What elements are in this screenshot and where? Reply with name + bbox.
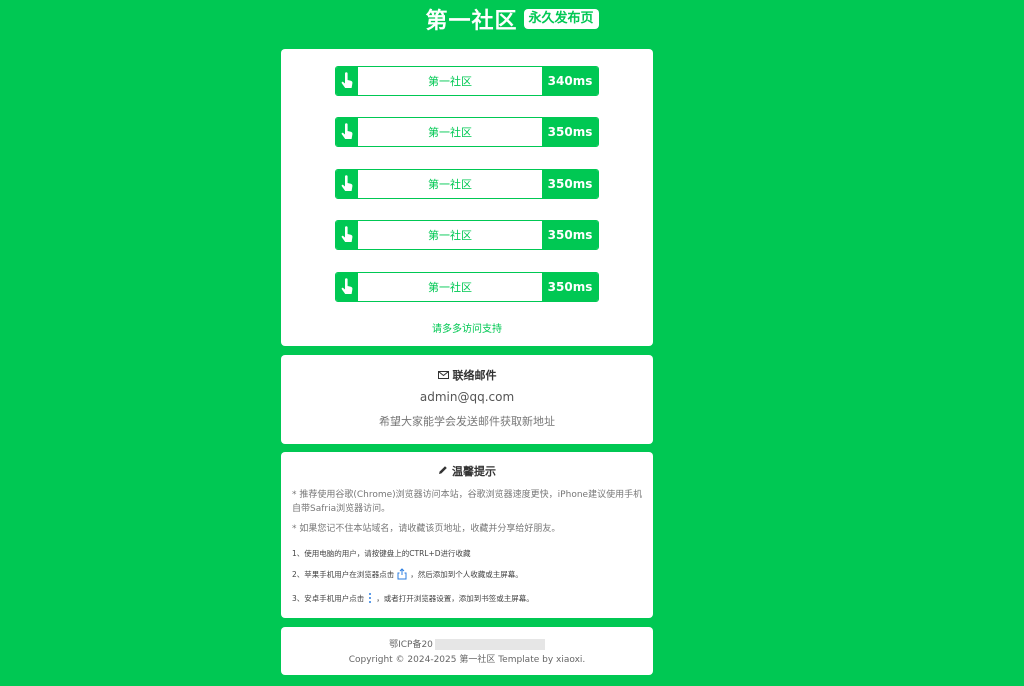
hand-pointer-icon bbox=[336, 221, 358, 249]
redacted-block bbox=[434, 639, 545, 650]
site-link-5[interactable]: 第一社区 350ms bbox=[335, 272, 599, 302]
links-card: 第一社区 340ms 第一社区 350ms 第一社区 350ms 第一社区 35… bbox=[281, 49, 653, 346]
mail-address: admin@qq.com bbox=[419, 390, 515, 404]
step-android: 3、安卓手机用户点击 ，或者打开浏览器设置，添加到书签或主屏幕。 bbox=[292, 592, 643, 604]
hand-pointer-icon bbox=[336, 118, 358, 146]
share-icon bbox=[397, 568, 407, 580]
site-link-4[interactable]: 第一社区 350ms bbox=[335, 220, 599, 250]
step-iphone: 2、苹果手机用户在浏览器点击 ，然后添加到个人收藏或主屏幕。 bbox=[292, 568, 643, 580]
copyright: Copyright © 2024-2025 第一社区 Template by x… bbox=[348, 655, 586, 665]
hand-pointer-icon bbox=[336, 67, 358, 95]
more-vertical-icon bbox=[367, 592, 373, 604]
site-link-name: 第一社区 bbox=[428, 281, 472, 294]
site-link-name: 第一社区 bbox=[428, 178, 472, 191]
tip-bookmark: * 如果您记不住本站域名，请收藏该页地址，收藏并分享给好朋友。 bbox=[292, 524, 561, 534]
site-link-speed: 350ms bbox=[542, 273, 598, 301]
step-desktop-text: 1、使用电脑的用户，请按键盘上的CTRL+D进行收藏 bbox=[292, 549, 471, 558]
site-link-3[interactable]: 第一社区 350ms bbox=[335, 169, 599, 199]
hand-pointer-icon bbox=[336, 170, 358, 198]
permanent-page-badge: 永久发布页 bbox=[523, 9, 599, 29]
tips-title-text: 温馨提示 bbox=[452, 465, 496, 478]
site-link-1[interactable]: 第一社区 340ms bbox=[335, 66, 599, 96]
mail-title-text: 联络邮件 bbox=[452, 369, 497, 382]
tips-section-title: 温馨提示 bbox=[281, 463, 653, 479]
icp-number[interactable]: 鄂ICP备20 bbox=[389, 640, 433, 650]
site-link-2[interactable]: 第一社区 350ms bbox=[335, 117, 599, 147]
site-link-speed: 340ms bbox=[542, 67, 598, 95]
step-android-text-b: ，或者打开浏览器设置，添加到书签或主屏幕。 bbox=[376, 593, 534, 603]
tips-card: 温馨提示 * 推荐使用谷歌(Chrome)浏览器访问本站，谷歌浏览器速度更快，i… bbox=[281, 452, 653, 618]
page-header: 第一社区 永久发布页 bbox=[0, 0, 1024, 38]
mail-note: 希望大家能学会发送邮件获取新地址 bbox=[379, 415, 555, 428]
site-link-name: 第一社区 bbox=[428, 126, 472, 139]
site-link-name: 第一社区 bbox=[428, 229, 472, 242]
support-link[interactable]: 请多多访问支持 bbox=[281, 320, 653, 335]
step-iphone-text-a: 2、苹果手机用户在浏览器点击 bbox=[292, 569, 395, 579]
hand-pointer-icon bbox=[336, 273, 358, 301]
site-title: 第一社区 bbox=[425, 9, 518, 34]
mail-section-title: 联络邮件 bbox=[281, 367, 653, 383]
footer-card: 鄂ICP备20 Copyright © 2024-2025 第一社区 Templ… bbox=[281, 627, 653, 675]
site-link-speed: 350ms bbox=[542, 170, 598, 198]
envelope-icon bbox=[437, 369, 449, 382]
pencil-icon bbox=[438, 465, 448, 478]
step-android-text-a: 3、安卓手机用户点击 bbox=[292, 593, 365, 603]
site-link-speed: 350ms bbox=[542, 221, 598, 249]
contact-mail-card: 联络邮件 admin@qq.com 希望大家能学会发送邮件获取新地址 bbox=[281, 355, 653, 444]
tip-browser: * 推荐使用谷歌(Chrome)浏览器访问本站，谷歌浏览器速度更快，iPhone… bbox=[292, 490, 643, 514]
step-desktop: 1、使用电脑的用户，请按键盘上的CTRL+D进行收藏 bbox=[292, 548, 643, 559]
icp-line: 鄂ICP备20 bbox=[281, 637, 653, 650]
site-link-speed: 350ms bbox=[542, 118, 598, 146]
site-link-name: 第一社区 bbox=[428, 75, 472, 88]
step-iphone-text-b: ，然后添加到个人收藏或主屏幕。 bbox=[410, 569, 523, 579]
